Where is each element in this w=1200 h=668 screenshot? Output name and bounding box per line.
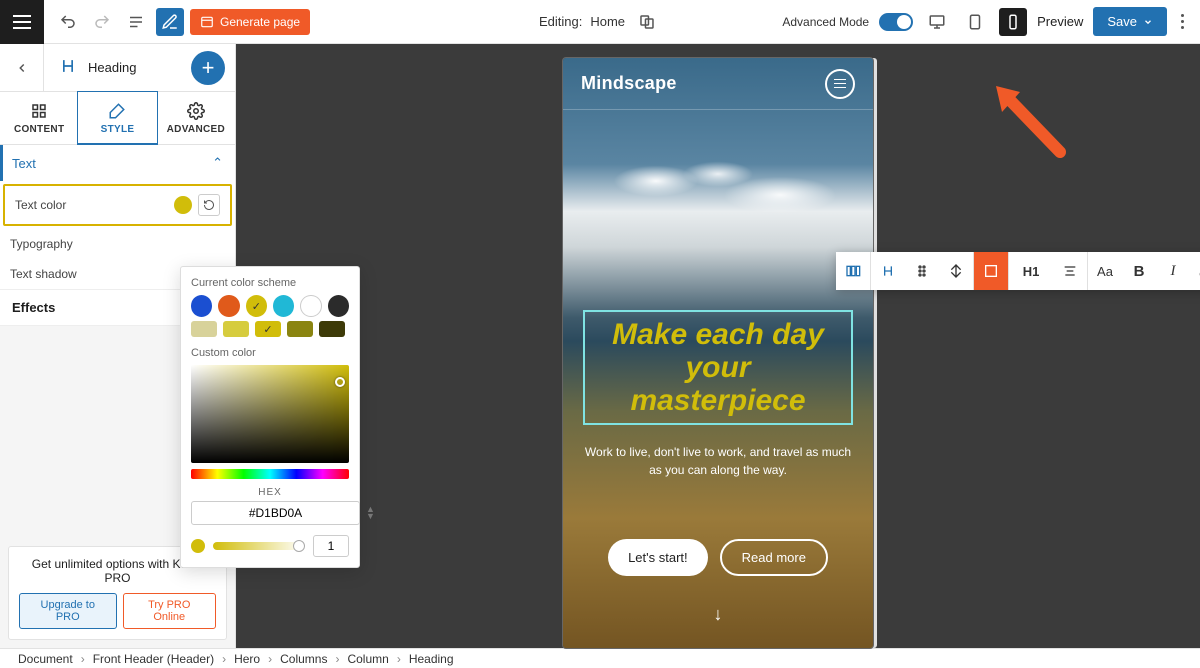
generate-page-label: Generate page (220, 15, 300, 29)
edit-mode-button[interactable] (156, 8, 184, 36)
redo-button[interactable] (88, 8, 116, 36)
section-text-header[interactable]: Text ⌃ (0, 145, 235, 181)
scheme-swatch[interactable]: ✓ (246, 295, 267, 317)
scheme-swatch[interactable] (218, 295, 239, 317)
crumb[interactable]: Columns (280, 652, 327, 666)
editing-prefix: Editing: (539, 14, 582, 29)
tint-swatch[interactable] (287, 321, 313, 337)
mobile-preview: Mindscape Make each day your masterpiece… (563, 58, 873, 648)
block-name: Heading (88, 60, 136, 75)
color-picker-popover: Current color scheme ✓ ✓ Custom color HE… (180, 266, 360, 568)
drag-handle-icon[interactable] (905, 252, 939, 290)
add-block-button[interactable]: + (191, 51, 225, 85)
text-color-swatch[interactable] (174, 196, 192, 214)
move-arrows-icon[interactable] (939, 252, 973, 290)
scheme-swatch-row: ✓ (191, 295, 349, 317)
advanced-mode-toggle[interactable] (879, 13, 913, 31)
advanced-mode-label: Advanced Mode (782, 15, 869, 29)
tint-swatch-row: ✓ (191, 321, 349, 337)
custom-color-label: Custom color (191, 347, 349, 359)
generate-page-button[interactable]: Generate page (190, 9, 310, 35)
crumb[interactable]: Front Header (Header) (93, 652, 214, 666)
preview-button[interactable]: Preview (1037, 14, 1083, 29)
parent-columns-icon[interactable] (836, 252, 870, 290)
saturation-picker[interactable] (191, 365, 349, 463)
undo-button[interactable] (54, 8, 82, 36)
hero-headline[interactable]: Make each day your masterpiece (583, 310, 853, 425)
tint-swatch[interactable] (319, 321, 345, 337)
heading-level-button[interactable]: H1 (1009, 252, 1053, 290)
breadcrumb: Document› Front Header (Header)› Hero› C… (0, 648, 1200, 668)
cta-primary-button[interactable]: Let's start! (608, 539, 708, 576)
cta-secondary-button[interactable]: Read more (720, 539, 828, 576)
saturation-cursor[interactable] (335, 377, 345, 387)
editing-page-name[interactable]: Home (590, 14, 625, 29)
heading-block-icon (58, 56, 78, 79)
tint-swatch[interactable]: ✓ (255, 321, 281, 337)
tablet-view-button[interactable] (961, 8, 989, 36)
color-scheme-label: Current color scheme (191, 277, 349, 289)
tint-swatch[interactable] (191, 321, 217, 337)
scheme-swatch[interactable] (300, 295, 321, 317)
opacity-slider[interactable] (213, 542, 305, 550)
crumb[interactable]: Column (347, 652, 388, 666)
text-color-row[interactable]: Text color (3, 184, 232, 226)
link-button[interactable] (1190, 252, 1200, 290)
hex-input[interactable] (191, 501, 360, 525)
text-size-button[interactable]: Aa (1088, 252, 1122, 290)
chevron-up-icon: ⌃ (212, 155, 223, 171)
align-button[interactable] (1053, 252, 1087, 290)
crumb[interactable]: Hero (234, 652, 260, 666)
block-floating-toolbar: H1 Aa B I (836, 252, 1200, 290)
tab-style[interactable]: STYLE (77, 91, 157, 145)
crumb[interactable]: Heading (409, 652, 454, 666)
more-options-button[interactable] (1177, 10, 1188, 33)
site-menu-button[interactable] (825, 69, 855, 99)
try-pro-button[interactable]: Try PRO Online (123, 593, 217, 629)
text-color-label: Text color (15, 198, 66, 212)
scheme-swatch[interactable] (273, 295, 294, 317)
scheme-swatch[interactable] (328, 295, 349, 317)
opacity-swatch (191, 539, 205, 553)
list-view-button[interactable] (122, 8, 150, 36)
main-menu-button[interactable] (0, 0, 44, 44)
hero-subheading[interactable]: Work to live, don't live to work, and tr… (583, 443, 853, 479)
tint-swatch[interactable] (223, 321, 249, 337)
hex-stepper[interactable]: ▲▼ (366, 506, 375, 520)
save-label: Save (1107, 14, 1137, 29)
scroll-down-icon[interactable]: ↓ (583, 604, 853, 625)
reset-color-button[interactable] (198, 194, 220, 216)
page-switcher-icon[interactable] (633, 8, 661, 36)
select-container-button[interactable] (974, 252, 1008, 290)
bold-button[interactable]: B (1122, 252, 1156, 290)
tab-content[interactable]: CONTENT (0, 92, 78, 144)
save-button[interactable]: Save (1093, 7, 1167, 36)
typography-row[interactable]: Typography (0, 229, 235, 259)
upgrade-pro-button[interactable]: Upgrade to PRO (19, 593, 117, 629)
italic-button[interactable]: I (1156, 252, 1190, 290)
tab-advanced[interactable]: ADVANCED (157, 92, 235, 144)
opacity-input[interactable] (313, 535, 349, 557)
hex-label: HEX (191, 487, 349, 498)
site-brand[interactable]: Mindscape (581, 73, 677, 94)
desktop-view-button[interactable] (923, 8, 951, 36)
opacity-thumb[interactable] (293, 540, 305, 552)
crumb[interactable]: Document (18, 652, 73, 666)
hue-slider[interactable] (191, 469, 349, 479)
back-button[interactable] (0, 44, 44, 92)
scheme-swatch[interactable] (191, 295, 212, 317)
mobile-view-button[interactable] (999, 8, 1027, 36)
heading-block-icon[interactable] (871, 252, 905, 290)
